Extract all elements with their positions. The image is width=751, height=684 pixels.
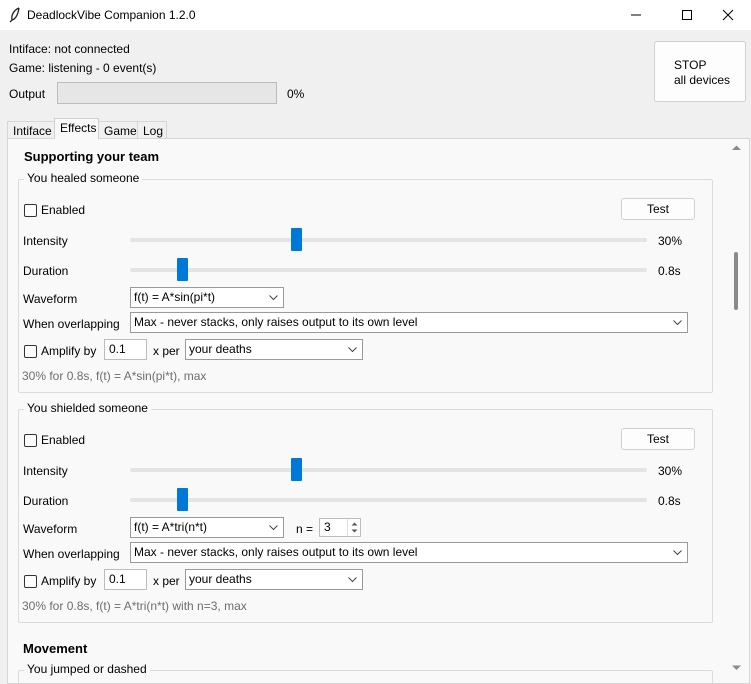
amplify-input[interactable]: 0.1 <box>104 339 147 360</box>
output-percent: 0% <box>287 87 305 101</box>
group-title: You healed someone <box>24 171 143 185</box>
amplify-checkbox[interactable] <box>24 575 37 588</box>
overlap-select-value: Max - never stacks, only raises output t… <box>134 545 418 559</box>
chevron-down-icon <box>673 320 682 326</box>
n-value: 3 <box>324 520 331 534</box>
feather-icon <box>9 7 20 23</box>
scroll-down-icon[interactable] <box>731 664 742 672</box>
waveform-select[interactable]: f(t) = A*sin(pi*t) <box>130 287 284 308</box>
chevron-down-icon <box>269 295 278 301</box>
effect-summary: 30% for 0.8s, f(t) = A*sin(pi*t), max <box>22 369 207 383</box>
title-bar: DeadlockVibe Companion 1.2.0 <box>0 0 751 30</box>
duration-label: Duration <box>23 264 69 278</box>
enabled-label: Enabled <box>41 433 86 447</box>
close-icon <box>722 9 734 21</box>
enabled-checkbox[interactable] <box>24 204 37 217</box>
overlap-select[interactable]: Max - never stacks, only raises output t… <box>130 312 688 333</box>
stop-button-line2: all devices <box>674 73 731 87</box>
per-select[interactable]: your deaths <box>185 569 363 590</box>
intensity-label: Intensity <box>23 464 68 478</box>
amplify-label: Amplify by <box>41 344 97 358</box>
overlap-select-value: Max - never stacks, only raises output t… <box>134 315 418 329</box>
test-button[interactable]: Test <box>621 428 695 450</box>
effects-scrollbar[interactable] <box>726 139 748 679</box>
output-progress-bar <box>57 82 277 104</box>
per-select-value: your deaths <box>189 572 252 586</box>
enabled-label: Enabled <box>41 203 86 217</box>
output-label: Output <box>9 87 46 101</box>
n-label: n = <box>296 522 314 536</box>
chevron-down-icon <box>673 550 682 556</box>
waveform-label: Waveform <box>23 522 78 536</box>
duration-label: Duration <box>23 494 69 508</box>
amplify-checkbox[interactable] <box>24 345 37 358</box>
tab-game[interactable]: Game <box>98 121 138 139</box>
stop-button-line1: STOP <box>674 58 707 72</box>
spin-arrows[interactable] <box>347 519 360 536</box>
group-title: You shielded someone <box>24 401 151 415</box>
duration-value: 0.8s <box>658 494 681 508</box>
chevron-down-icon <box>348 577 357 583</box>
maximize-button[interactable] <box>664 0 710 30</box>
game-status: Game: listening - 0 event(s) <box>9 61 157 75</box>
minimize-icon <box>631 14 641 16</box>
chevron-down-icon <box>348 347 357 353</box>
effect-group-jumped: You jumped or dashed <box>18 662 713 683</box>
duration-value: 0.8s <box>658 264 681 278</box>
per-select-value: your deaths <box>189 342 252 356</box>
per-label: x per <box>153 574 180 588</box>
overlap-select[interactable]: Max - never stacks, only raises output t… <box>130 542 688 563</box>
close-button[interactable] <box>705 0 751 30</box>
stop-all-devices-button[interactable]: STOP all devices <box>654 41 746 102</box>
intensity-value: 30% <box>658 234 683 248</box>
minimize-button[interactable] <box>613 0 659 30</box>
intensity-slider[interactable] <box>130 458 647 481</box>
tab-effects[interactable]: Effects <box>54 118 99 139</box>
overlap-label: When overlapping <box>23 317 120 331</box>
duration-slider[interactable] <box>130 488 647 511</box>
scrollbar-thumb[interactable] <box>734 252 738 310</box>
window-title: DeadlockVibe Companion 1.2.0 <box>27 8 196 22</box>
section-heading-supporting: Supporting your team <box>24 149 160 164</box>
spin-up-down-icon <box>351 522 358 533</box>
intensity-value: 30% <box>658 464 683 478</box>
n-spinbox[interactable]: 3 <box>319 518 361 537</box>
duration-slider-thumb[interactable] <box>177 488 188 511</box>
intensity-slider-thumb[interactable] <box>291 458 302 481</box>
effect-group-healed: You healed someone Enabled Test Intensit… <box>18 171 713 393</box>
maximize-icon <box>682 10 692 20</box>
test-button[interactable]: Test <box>621 198 695 220</box>
intensity-slider[interactable] <box>130 228 647 251</box>
group-title: You jumped or dashed <box>24 662 150 676</box>
per-label: x per <box>153 344 180 358</box>
effect-summary: 30% for 0.8s, f(t) = A*tri(n*t) with n=3… <box>22 599 247 613</box>
enabled-checkbox[interactable] <box>24 434 37 447</box>
amplify-input[interactable]: 0.1 <box>104 569 147 590</box>
intensity-label: Intensity <box>23 234 68 248</box>
intiface-status: Intiface: not connected <box>9 42 130 56</box>
waveform-select-value: f(t) = A*tri(n*t) <box>134 520 208 534</box>
effects-panel: Supporting your team You healed someone … <box>7 138 750 684</box>
chevron-down-icon <box>269 525 278 531</box>
scroll-up-icon[interactable] <box>731 144 742 152</box>
overlap-label: When overlapping <box>23 547 120 561</box>
section-heading-movement: Movement <box>23 641 88 656</box>
effect-group-shielded: You shielded someone Enabled Test Intens… <box>18 401 713 623</box>
amplify-label: Amplify by <box>41 574 97 588</box>
per-select[interactable]: your deaths <box>185 339 363 360</box>
duration-slider-thumb[interactable] <box>177 258 188 281</box>
intensity-slider-thumb[interactable] <box>291 228 302 251</box>
tab-log[interactable]: Log <box>137 121 167 139</box>
duration-slider[interactable] <box>130 258 647 281</box>
waveform-select[interactable]: f(t) = A*tri(n*t) <box>130 517 284 538</box>
waveform-label: Waveform <box>23 292 78 306</box>
waveform-select-value: f(t) = A*sin(pi*t) <box>134 290 216 304</box>
tab-intiface[interactable]: Intiface <box>7 121 57 139</box>
